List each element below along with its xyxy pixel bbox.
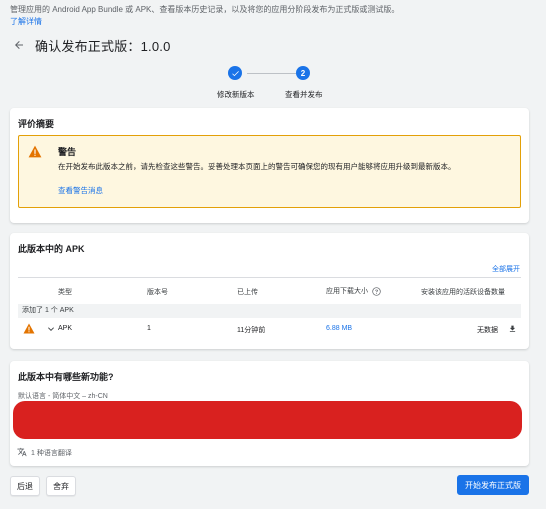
warning-box: 警告 在开始发布此版本之前，请先检查这些警告。妥善处理本页面上的警告可确保您的现… <box>18 135 521 208</box>
review-summary-card: 评价摘要 警告 在开始发布此版本之前，请先检查这些警告。妥善处理本页面上的警告可… <box>10 108 529 223</box>
column-header-size: 应用下载大小 <box>326 288 368 295</box>
intro-text-block: 管理应用的 Android App Bundle 或 APK、查看版本历史记录，… <box>10 4 540 27</box>
translate-icon <box>17 447 27 457</box>
intro-description: 管理应用的 Android App Bundle 或 APK、查看版本历史记录，… <box>10 5 400 14</box>
apk-uploaded: 11分钟前 <box>237 327 266 334</box>
view-warnings-link[interactable]: 查看警告消息 <box>58 185 103 196</box>
whats-new-title: 此版本中有哪些新功能? <box>18 372 114 382</box>
whats-new-card: 此版本中有哪些新功能? 默认语言 - 简体中文 – zh-CN 1 种语言翻译 <box>10 361 529 466</box>
step-connector <box>247 73 296 74</box>
start-rollout-button[interactable]: 开始发布正式版 <box>457 475 529 495</box>
page-title: 确认发布正式版：1.0.0 <box>35 38 171 54</box>
column-header-size-group: 应用下载大小 <box>326 286 381 296</box>
chevron-down-icon[interactable] <box>47 325 55 333</box>
step-done-check-icon[interactable] <box>228 66 242 80</box>
step-label-review[interactable]: 查看并发布 <box>285 89 323 100</box>
table-top-divider <box>18 277 521 278</box>
apk-devices: 无数据 <box>477 327 498 334</box>
download-icon[interactable] <box>508 324 517 334</box>
column-header-devices: 安装该应用的活跃设备数量 <box>421 289 505 296</box>
column-header-version: 版本号 <box>147 289 168 296</box>
title-row: 确认发布正式版：1.0.0 <box>11 36 171 54</box>
discard-button[interactable]: 舍弃 <box>46 476 76 496</box>
back-button[interactable]: 后退 <box>10 476 40 496</box>
release-stepper: 2 修改新版本 查看并发布 <box>212 66 324 102</box>
apk-version: 1 <box>147 325 151 332</box>
default-language-label: 默认语言 - 简体中文 – zh-CN <box>18 393 108 400</box>
column-header-type: 类型 <box>58 289 72 296</box>
apk-size-link[interactable]: 6.88 MB <box>326 325 352 332</box>
release-notes-redacted[interactable] <box>13 401 522 439</box>
step-label-edit[interactable]: 修改新版本 <box>217 89 255 100</box>
review-summary-title: 评价摘要 <box>18 119 55 129</box>
warning-title: 警告 <box>58 147 77 157</box>
help-icon[interactable] <box>372 286 381 296</box>
apk-card-title: 此版本中的 APK <box>18 244 85 254</box>
translations-count: 1 种语言翻译 <box>31 450 72 457</box>
table-row[interactable]: APK 1 11分钟前 6.88 MB 无数据 <box>18 319 521 339</box>
column-header-uploaded: 已上传 <box>237 289 258 296</box>
expand-all-link[interactable]: 全部展开 <box>492 264 520 274</box>
back-arrow-icon[interactable] <box>11 37 27 53</box>
step-number-badge[interactable]: 2 <box>296 66 310 80</box>
warning-icon <box>28 145 42 158</box>
warning-text: 在开始发布此版本之前，请先检查这些警告。妥善处理本页面上的警告可确保您的现有用户… <box>58 162 456 171</box>
apk-group-row: 添加了 1 个 APK <box>18 304 521 318</box>
apk-type: APK <box>58 325 73 332</box>
learn-more-link[interactable]: 了解详情 <box>10 16 540 27</box>
apk-card: 此版本中的 APK 全部展开 类型 版本号 已上传 应用下载大小 安装该应用的活… <box>10 233 529 349</box>
warning-icon <box>23 323 35 334</box>
